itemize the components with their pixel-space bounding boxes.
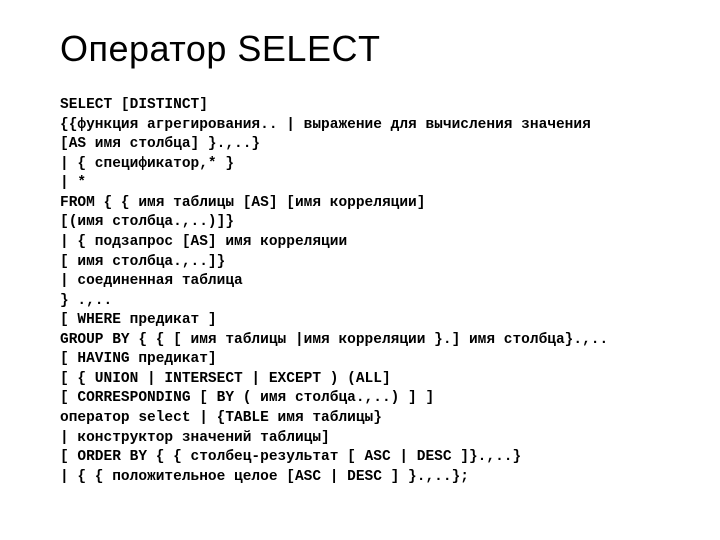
syntax-line: {{функция агрегирования.. | выражение дл…: [60, 117, 591, 133]
syntax-block: SELECT [DISTINCT] {{функция агрегировани…: [60, 96, 660, 487]
slide-container: Оператор SELECT SELECT [DISTINCT] {{функ…: [0, 0, 720, 540]
syntax-line: [ имя столбца.,..]}: [60, 254, 225, 270]
syntax-line: [ CORRESPONDING [ BY ( имя столбца.,..) …: [60, 390, 434, 406]
syntax-line: [ WHERE предикат ]: [60, 312, 217, 328]
syntax-line: [ HAVING предикат]: [60, 351, 217, 367]
syntax-line: | { { положительное целое [ASC | DESC ] …: [60, 469, 469, 485]
syntax-line: | { спецификатор,* }: [60, 156, 234, 172]
syntax-line: [AS имя столбца] }.,..}: [60, 136, 260, 152]
page-title: Оператор SELECT: [60, 28, 660, 70]
syntax-line: } .,..: [60, 293, 112, 309]
syntax-line: | { подзапрос [AS] имя корреляции: [60, 234, 347, 250]
syntax-line: оператор select | {TABLE имя таблицы}: [60, 410, 382, 426]
syntax-line: | конструктор значений таблицы]: [60, 430, 330, 446]
syntax-line: | *: [60, 175, 86, 191]
syntax-line: | соединенная таблица: [60, 273, 243, 289]
syntax-line: FROM { { имя таблицы [AS] [имя корреляци…: [60, 195, 425, 211]
syntax-line: [ { UNION | INTERSECT | EXCEPT ) (ALL]: [60, 371, 391, 387]
syntax-line: [ ORDER BY { { столбец-результат [ ASC |…: [60, 449, 521, 465]
syntax-line: [(имя столбца.,..)]}: [60, 214, 234, 230]
syntax-line: SELECT [DISTINCT]: [60, 97, 208, 113]
syntax-line: GROUP BY { { [ имя таблицы |имя корреляц…: [60, 332, 608, 348]
